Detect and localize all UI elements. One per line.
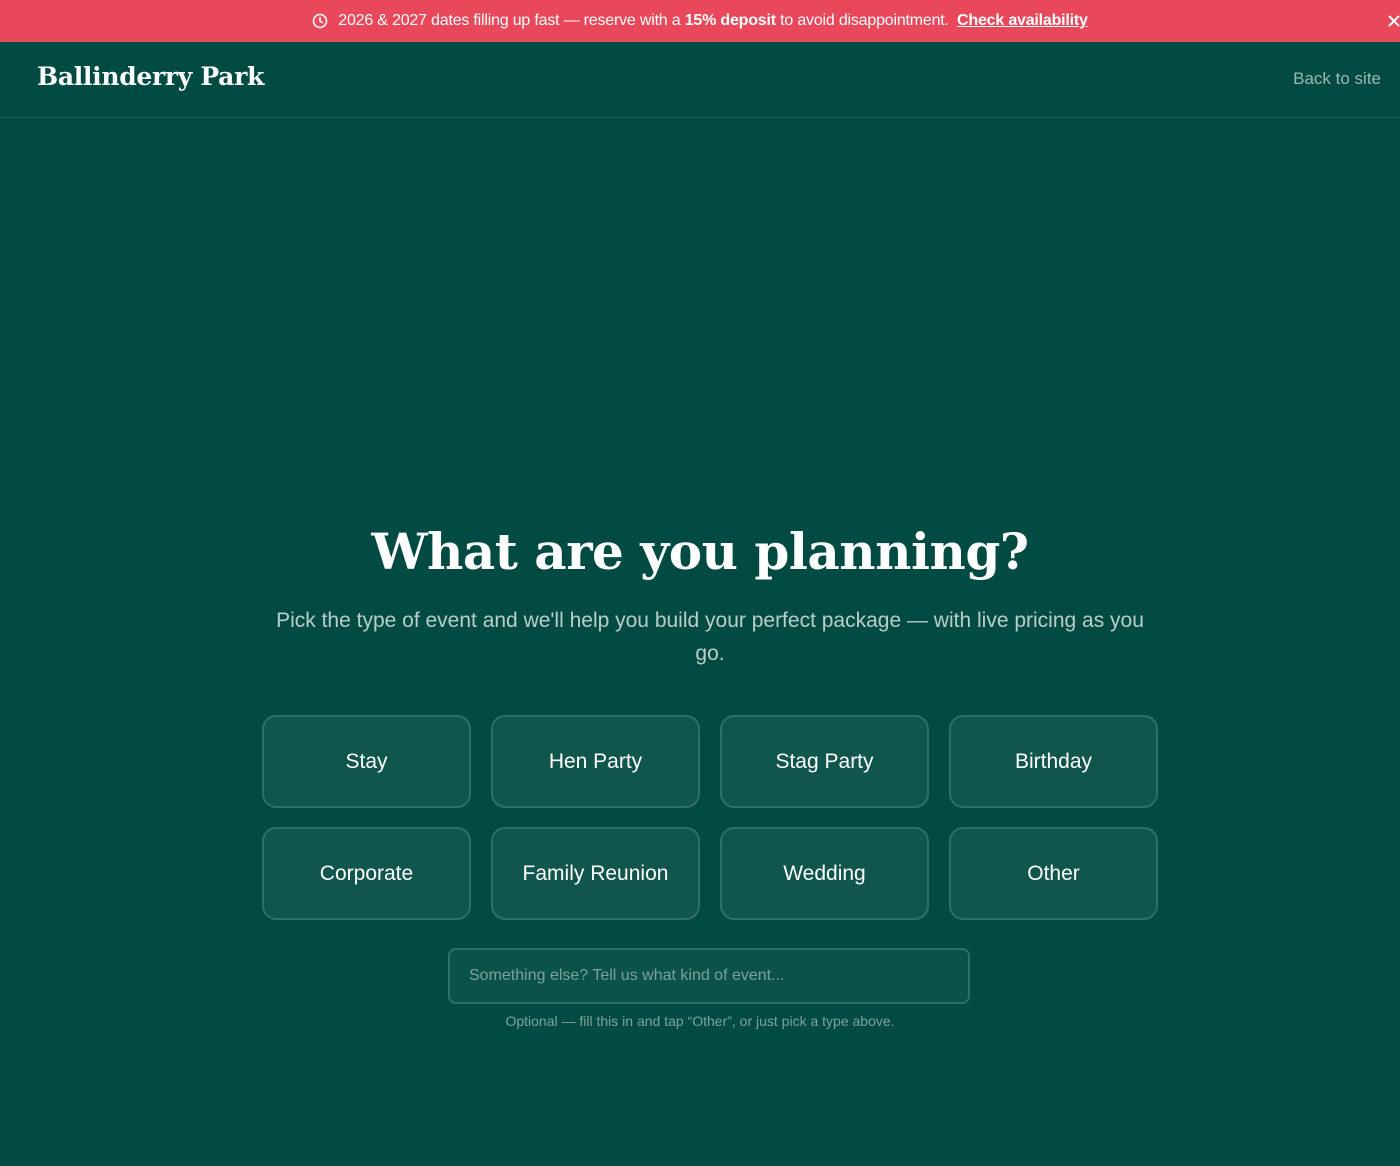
other-event-input[interactable] (448, 948, 970, 1004)
event-type-stag-party-button[interactable]: Stag Party (720, 715, 929, 808)
event-type-other-button[interactable]: Other (949, 827, 1158, 920)
close-icon[interactable] (1384, 11, 1400, 31)
announcement-text: 2026 & 2027 dates filling up fast — rese… (338, 12, 1088, 30)
event-type-hen-party-button[interactable]: Hen Party (491, 715, 700, 808)
clock-icon (312, 13, 328, 29)
brand-logo[interactable]: Ballinderry Park (37, 62, 264, 91)
site-header: Ballinderry Park Back to site (0, 42, 1400, 118)
check-availability-link[interactable]: Check availability (957, 12, 1088, 29)
other-event-hint: Optional — fill this in and tap “Other”,… (505, 1013, 895, 1029)
event-type-stay-button[interactable]: Stay (262, 715, 471, 808)
page-subtitle: Pick the type of event and we'll help yo… (276, 609, 1144, 665)
page-title: What are you planning? (371, 522, 1029, 581)
announcement-highlight: 15% deposit (684, 12, 776, 29)
back-to-site-link[interactable]: Back to site (1293, 69, 1381, 89)
event-type-corporate-button[interactable]: Corporate (262, 827, 471, 920)
announcement-text-before: 2026 & 2027 dates filling up fast — rese… (338, 12, 681, 29)
announcement-bar: 2026 & 2027 dates filling up fast — rese… (0, 0, 1400, 42)
event-type-wedding-button[interactable]: Wedding (720, 827, 929, 920)
event-type-family-reunion-button[interactable]: Family Reunion (491, 827, 700, 920)
announcement-text-after: to avoid disappointment. (780, 12, 949, 29)
event-type-grid: Stay Hen Party Stag Party Birthday Corpo… (262, 715, 1158, 920)
event-type-birthday-button[interactable]: Birthday (949, 715, 1158, 808)
